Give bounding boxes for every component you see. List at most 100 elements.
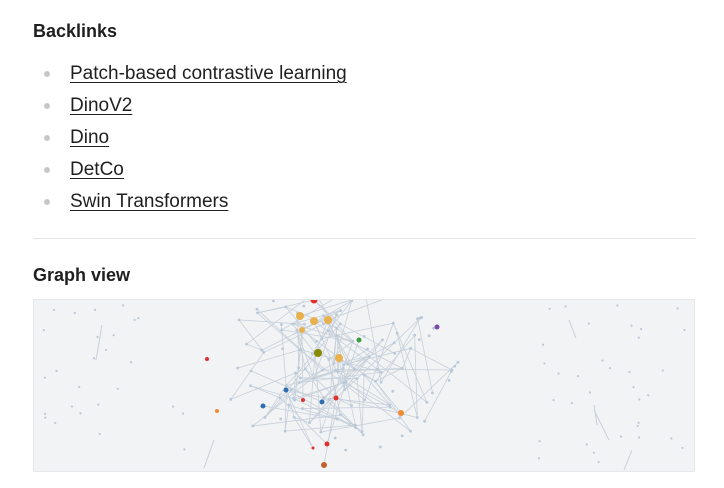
graph-node[interactable] — [287, 403, 291, 407]
graph-node[interactable] — [302, 322, 306, 326]
graph-node[interactable] — [96, 335, 99, 338]
graph-node[interactable] — [116, 387, 119, 390]
graph-node[interactable] — [292, 416, 296, 419]
graph-node[interactable] — [374, 379, 377, 383]
graph-node[interactable] — [284, 305, 288, 309]
graph-node[interactable] — [324, 441, 330, 447]
graph-node[interactable] — [608, 366, 612, 370]
graph-node[interactable] — [263, 416, 267, 419]
backlink-swin-transformers[interactable]: Swin Transformers — [70, 191, 228, 213]
graph-node[interactable] — [538, 440, 541, 443]
graph-node[interactable] — [391, 321, 395, 325]
graph-node[interactable] — [346, 362, 350, 366]
graph-node[interactable] — [360, 430, 364, 434]
graph-node[interactable] — [447, 378, 451, 382]
graph-node[interactable] — [647, 394, 650, 397]
graph-node[interactable] — [335, 354, 343, 362]
graph-node[interactable] — [301, 407, 304, 410]
graph-node[interactable] — [683, 328, 686, 332]
graph-node[interactable] — [289, 388, 293, 392]
graph-node[interactable] — [425, 400, 429, 404]
graph-node[interactable] — [342, 381, 346, 384]
graph-node[interactable] — [312, 376, 316, 380]
graph-node[interactable] — [366, 347, 369, 351]
graph-node[interactable] — [552, 398, 555, 402]
graph-node[interactable] — [637, 336, 640, 339]
graph-node[interactable] — [628, 370, 631, 374]
graph-node[interactable] — [319, 399, 325, 405]
graph-node[interactable] — [356, 337, 362, 343]
graph-node[interactable] — [249, 369, 253, 373]
graph-node[interactable] — [379, 380, 383, 384]
graph-node[interactable] — [415, 416, 419, 419]
graph-node[interactable] — [400, 366, 404, 370]
graph-node[interactable] — [592, 451, 596, 454]
graph-node[interactable] — [423, 419, 427, 423]
graph-node[interactable] — [344, 448, 348, 452]
graph-node[interactable] — [417, 338, 421, 342]
graph-node[interactable] — [215, 409, 219, 413]
graph-node[interactable] — [367, 355, 371, 358]
graph-node[interactable] — [78, 385, 81, 389]
graph-node[interactable] — [395, 331, 399, 335]
graph-node[interactable] — [542, 343, 545, 346]
graph-node[interactable] — [637, 421, 640, 424]
graph-node[interactable] — [620, 435, 623, 438]
graph-node[interactable] — [70, 405, 74, 408]
graph-node[interactable] — [393, 352, 397, 355]
graph-node[interactable] — [416, 317, 419, 321]
graph-node[interactable] — [281, 347, 285, 351]
backlink-dino[interactable]: Dino — [70, 127, 109, 149]
backlink-detco[interactable]: DetCo — [70, 159, 124, 181]
graph-node[interactable] — [249, 384, 252, 388]
graph-node[interactable] — [279, 417, 283, 421]
graph-node[interactable] — [362, 373, 366, 377]
graph-node[interactable] — [321, 462, 327, 468]
graph-node[interactable] — [299, 327, 305, 333]
graph-node[interactable] — [236, 366, 240, 370]
graph-node[interactable] — [587, 322, 590, 325]
graph-node[interactable] — [320, 337, 324, 341]
graph-node[interactable] — [315, 339, 318, 343]
graph-node[interactable] — [400, 434, 404, 438]
graph-node[interactable] — [341, 366, 345, 370]
graph-node[interactable] — [597, 460, 600, 464]
graph-node[interactable] — [296, 312, 304, 320]
graph-view-canvas[interactable] — [33, 299, 695, 472]
graph-node[interactable] — [302, 304, 306, 308]
graph-node[interactable] — [333, 436, 337, 440]
graph-node[interactable] — [420, 316, 424, 319]
graph-node[interactable] — [355, 377, 359, 381]
graph-node[interactable] — [278, 396, 282, 400]
graph-node[interactable] — [291, 322, 295, 326]
graph-node[interactable] — [104, 348, 108, 352]
graph-node[interactable] — [299, 376, 302, 380]
graph-node[interactable] — [112, 334, 115, 337]
graph-node[interactable] — [310, 352, 314, 356]
graph-node[interactable] — [310, 317, 318, 325]
graph-node[interactable] — [283, 429, 287, 433]
backlink-patch-based-contrastive-learning[interactable]: Patch-based contrastive learning — [70, 63, 347, 85]
graph-node[interactable] — [319, 430, 323, 434]
graph-node[interactable] — [299, 348, 303, 351]
graph-node[interactable] — [295, 328, 299, 332]
graph-node[interactable] — [327, 329, 330, 333]
graph-node[interactable] — [129, 360, 133, 364]
graph-node[interactable] — [388, 403, 392, 407]
graph-node[interactable] — [251, 424, 255, 428]
graph-node[interactable] — [638, 436, 641, 439]
graph-node[interactable] — [363, 398, 367, 402]
graph-node[interactable] — [681, 446, 684, 450]
graph-node[interactable] — [121, 304, 125, 307]
graph-node[interactable] — [432, 326, 435, 330]
backlink-dinov2[interactable]: DinoV2 — [70, 95, 132, 117]
graph-node[interactable] — [427, 334, 431, 338]
graph-node[interactable] — [543, 362, 546, 365]
graph-node[interactable] — [256, 311, 259, 315]
graph-node[interactable] — [324, 316, 332, 324]
graph-node[interactable] — [303, 367, 307, 371]
graph-node[interactable] — [557, 372, 560, 375]
graph-node[interactable] — [343, 388, 347, 391]
graph-node[interactable] — [308, 421, 311, 425]
graph-node[interactable] — [279, 323, 283, 326]
